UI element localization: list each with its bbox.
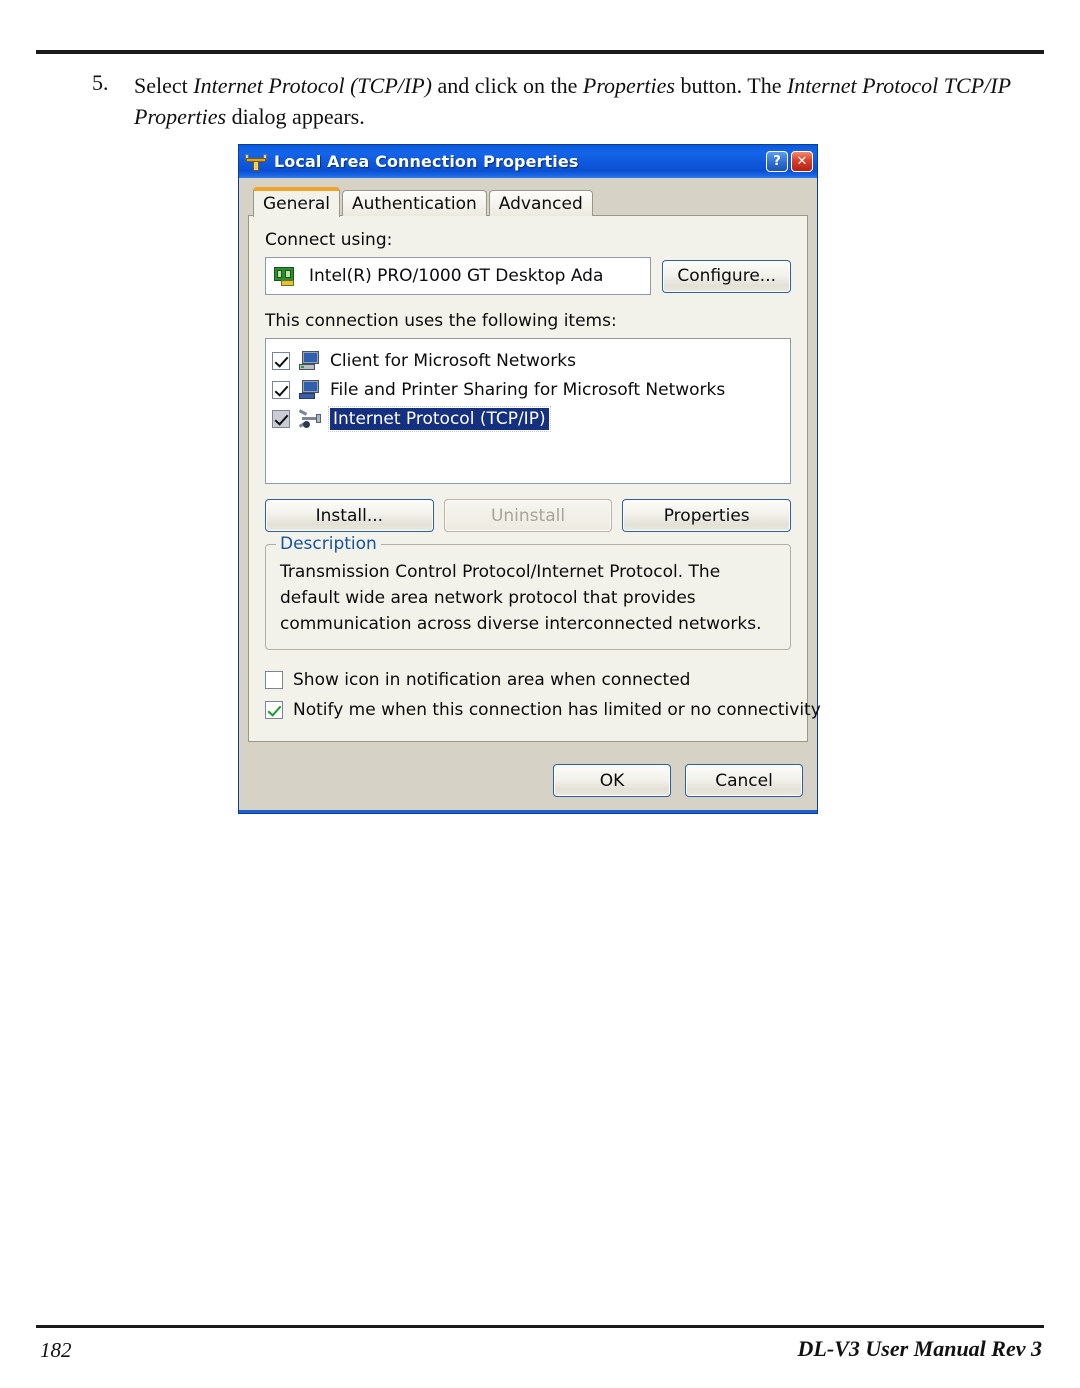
footer-manual-title: DL-V3 User Manual Rev 3 [797,1336,1042,1361]
list-item-label-selected: Internet Protocol (TCP/IP) [328,405,551,432]
description-text: Transmission Control Protocol/Internet P… [280,562,762,634]
dialog-body: General Authentication Advanced Connect … [239,178,821,751]
page-footer-rule [36,1325,1044,1328]
dialog-title: Local Area Connection Properties [274,152,579,171]
step-paragraph: 5. Select Internet Protocol (TCP/IP) and… [92,70,1042,132]
properties-button[interactable]: Properties [622,499,792,532]
checkbox-file-and-printer-sharing[interactable] [272,380,290,399]
titlebar-buttons[interactable]: ? ✕ [766,151,813,172]
tab-strip[interactable]: General Authentication Advanced [248,186,808,217]
ok-button[interactable]: OK [553,764,671,797]
step-text-part2: Internet Protocol (TCP/IP) [193,73,432,98]
list-item-label: Client for Microsoft Networks [330,350,577,371]
adapter-row: Intel(R) PRO/1000 GT Desktop Ada Configu… [265,257,791,295]
network-protocol-icon [298,408,321,429]
checkbox-show-icon-notification-area[interactable] [265,671,283,689]
checkbox-notify-limited-connectivity[interactable] [265,701,283,719]
component-action-buttons[interactable]: Install... Uninstall Properties [265,499,792,532]
description-groupbox: Description Transmission Control Protoco… [265,534,791,650]
items-list-label: This connection uses the following items… [265,311,617,331]
cancel-button[interactable]: Cancel [685,764,803,797]
help-icon[interactable]: ? [766,151,788,172]
description-legend: Description [276,534,381,554]
dialog-titlebar[interactable]: Local Area Connection Properties ? ✕ [239,145,817,178]
checkbox-client-for-microsoft-networks[interactable] [272,351,290,370]
page-header-rule [36,50,1044,54]
install-button[interactable]: Install... [265,499,434,532]
step-text-part1: Select [134,73,194,98]
step-text-part5: button. The [674,73,787,98]
step-text: Select Internet Protocol (TCP/IP) and cl… [134,70,1042,132]
list-item[interactable]: Client for Microsoft Networks [272,346,784,375]
tab-general[interactable]: General [253,187,340,217]
dialog-bottom-edge [239,810,817,813]
footer-page-number: 182 [40,1338,72,1362]
local-area-connection-properties-dialog[interactable]: Local Area Connection Properties ? ✕ Gen… [238,144,821,814]
computer-client-icon [299,350,321,371]
computer-sharing-icon [299,379,321,400]
step-text-part3: and click on the [431,73,583,98]
connect-using-label: Connect using: [265,230,393,250]
tab-advanced[interactable]: Advanced [488,190,593,216]
option-row-notify-limited-connectivity[interactable]: Notify me when this connection has limit… [265,695,821,725]
option-row-show-icon[interactable]: Show icon in notification area when conn… [265,665,791,695]
adapter-field[interactable]: Intel(R) PRO/1000 GT Desktop Ada [265,257,652,295]
checkbox-internet-protocol-tcpip[interactable] [272,409,290,428]
tab-authentication[interactable]: Authentication [342,190,487,216]
network-connection-icon [245,152,267,172]
close-icon[interactable]: ✕ [791,151,813,172]
dialog-footer-buttons[interactable]: OK Cancel [239,751,817,810]
step-text-part4: Properties [582,73,675,98]
list-item[interactable]: Internet Protocol (TCP/IP) [272,404,784,433]
step-number: 5. [92,70,109,95]
general-tab-panel: Connect using: Intel(R) PRO/1000 GT Desk… [248,215,821,742]
option-label: Notify me when this connection has limit… [293,700,821,720]
step-text-part7: dialog appears. [226,104,365,129]
components-list[interactable]: Client for Microsoft Networks File and P… [265,338,791,484]
option-label: Show icon in notification area when conn… [293,670,691,690]
configure-button[interactable]: Configure... [662,259,791,293]
list-item-label: File and Printer Sharing for Microsoft N… [330,379,726,400]
list-item[interactable]: File and Printer Sharing for Microsoft N… [272,375,784,404]
network-adapter-icon [274,266,297,286]
adapter-name: Intel(R) PRO/1000 GT Desktop Ada [309,266,604,286]
uninstall-button: Uninstall [443,499,613,532]
